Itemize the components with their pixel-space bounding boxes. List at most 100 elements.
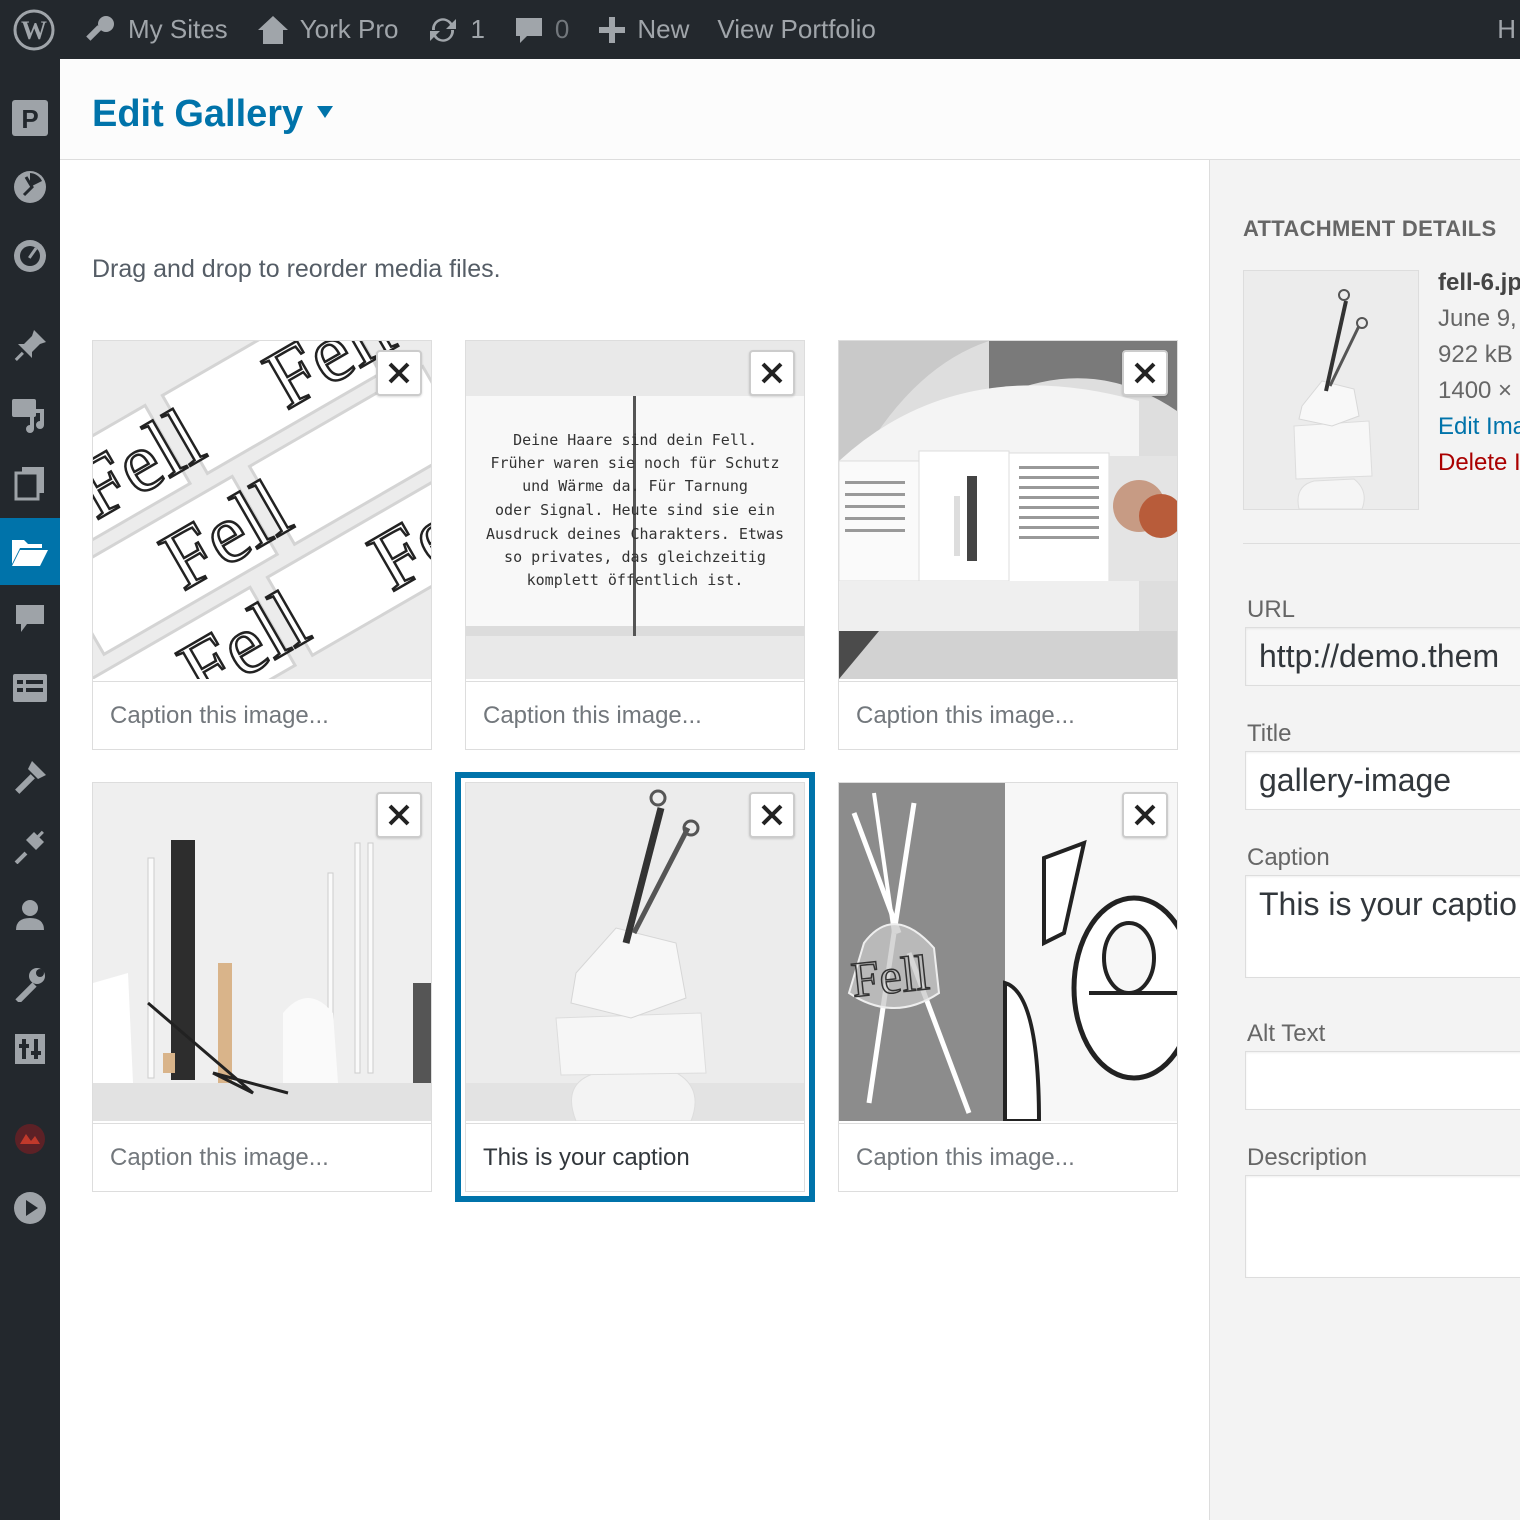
pie-chart-icon[interactable] (0, 157, 60, 217)
appearance-icon[interactable] (0, 747, 60, 807)
description-field[interactable] (1245, 1175, 1520, 1278)
gallery-content: Drag and drop to reorder media files. Fe… (60, 160, 1209, 1520)
delete-permanently-link[interactable]: Delete I (1438, 445, 1520, 481)
site-name-label: York Pro (299, 14, 399, 44)
admin-menu: P (0, 59, 60, 1520)
new-content-menu[interactable]: New (583, 0, 703, 59)
comments-menu[interactable]: 0 (499, 0, 583, 59)
caption-input[interactable]: Caption this image... (839, 681, 1177, 749)
updates-menu[interactable]: 1 (412, 0, 498, 59)
view-portfolio-label: View Portfolio (717, 14, 876, 44)
new-label: New (637, 14, 690, 44)
book-text-line-6: so privates, das gleichzeitig (504, 548, 766, 566)
remove-image-button[interactable] (376, 350, 422, 396)
updates-count: 1 (470, 14, 485, 44)
alt-text-label: Alt Text (1247, 1020, 1326, 1047)
my-sites-menu[interactable]: My Sites (68, 0, 242, 59)
svg-text:P: P (21, 104, 38, 134)
close-icon (388, 804, 410, 826)
remove-image-button[interactable] (749, 350, 795, 396)
book-text-line-1: Deine Haare sind dein Fell. (513, 431, 757, 449)
users-icon[interactable] (0, 885, 60, 945)
close-icon (761, 362, 783, 384)
gallery-item[interactable]: Deine Haare sind dein Fell. Früher waren… (465, 340, 805, 750)
gallery-instructions: Drag and drop to reorder media files. (92, 255, 501, 283)
gallery-item-selected[interactable]: This is your caption (455, 772, 815, 1202)
book-text-line-4: oder Signal. Heute sind sie ein (495, 501, 775, 519)
modal-header: Edit Gallery (60, 59, 1520, 160)
site-name-menu[interactable]: York Pro (242, 0, 413, 59)
attachment-thumbnail (1243, 270, 1419, 510)
comments-icon[interactable] (0, 589, 60, 649)
title-label: Title (1247, 720, 1292, 747)
gallery-item[interactable]: Caption this image... (92, 782, 432, 1192)
attachment-details-sidebar: ATTACHMENT DETAILS fell-6.jp June 9, 922… (1209, 160, 1520, 1520)
attachment-filesize: 922 kB (1438, 341, 1513, 368)
edit-image-link[interactable]: Edit Ima (1438, 409, 1520, 445)
gallery-item[interactable]: Fell Caption this image... (838, 782, 1178, 1192)
caption-field[interactable]: This is your captio (1245, 875, 1520, 978)
book-text-line-5: Ausdruck deines Charakters. Etwas (486, 525, 784, 543)
url-label: URL (1247, 596, 1296, 623)
svg-text:W: W (21, 16, 47, 45)
book-text-line-2: Früher waren sie noch für Schutz (491, 454, 780, 472)
attachment-date: June 9, (1438, 305, 1517, 332)
plugin-badge-icon[interactable] (0, 1109, 60, 1169)
media-modal: Edit Gallery Drag and drop to reorder me… (60, 59, 1520, 1520)
remove-image-button[interactable] (1122, 792, 1168, 838)
plus-icon (599, 16, 626, 43)
media-icon[interactable] (0, 385, 60, 445)
description-label: Description (1247, 1144, 1368, 1171)
gallery-item[interactable]: Caption this image... (838, 340, 1178, 750)
tools-icon[interactable] (0, 954, 60, 1014)
home-icon (257, 15, 288, 44)
view-portfolio-link[interactable]: View Portfolio (703, 0, 890, 59)
pin-icon[interactable] (0, 316, 60, 376)
attachment-details-heading: ATTACHMENT DETAILS (1243, 216, 1497, 241)
close-icon (388, 362, 410, 384)
folder-open-icon[interactable] (0, 518, 60, 585)
gallery-item[interactable]: Fell Fell Fell Fell Fell Caption this im… (92, 340, 432, 750)
close-icon (1134, 362, 1156, 384)
caption-input[interactable]: Caption this image... (93, 681, 431, 749)
wordpress-logo-icon[interactable]: W (0, 0, 68, 59)
remove-image-button[interactable] (1122, 350, 1168, 396)
alt-text-field[interactable] (1245, 1051, 1520, 1110)
url-field[interactable]: http://demo.them (1245, 627, 1520, 686)
sidebar-divider (1243, 543, 1520, 544)
admin-bar: W My Sites York Pro 1 0 New View Portfol… (0, 0, 1520, 59)
modal-title: Edit Gallery (92, 93, 304, 135)
remove-image-button[interactable] (749, 792, 795, 838)
comments-count: 0 (554, 14, 570, 44)
refresh-icon (430, 17, 457, 42)
key-icon (86, 15, 114, 41)
title-field[interactable]: gallery-image (1245, 751, 1520, 810)
caret-down-icon (317, 105, 334, 118)
attachment-dimensions: 1400 × (1438, 377, 1513, 404)
attachment-filename: fell-6.jp (1438, 269, 1520, 296)
caption-input[interactable]: This is your caption (466, 1123, 804, 1191)
dashboard-icon[interactable] (0, 226, 60, 286)
pinterest-square-icon[interactable]: P (0, 88, 60, 148)
close-icon (1134, 804, 1156, 826)
my-sites-label: My Sites (128, 14, 228, 44)
caption-input[interactable]: Caption this image... (466, 681, 804, 749)
my-account-label: H (1497, 14, 1516, 44)
my-account-menu[interactable]: H (1493, 0, 1520, 59)
remove-image-button[interactable] (376, 792, 422, 838)
caption-input[interactable]: Caption this image... (839, 1123, 1177, 1191)
pages-icon[interactable] (0, 453, 60, 513)
plugins-icon[interactable] (0, 816, 60, 876)
caption-input[interactable]: Caption this image... (93, 1123, 431, 1191)
comment-icon (515, 17, 542, 43)
book-text-line-3: und Wärme da. Für Tarnung (522, 477, 748, 495)
attachment-meta: fell-6.jp June 9, 922 kB 1400 × Edit Ima… (1438, 265, 1520, 481)
bag-fell-lettering: Fell (849, 944, 932, 1008)
list-view-icon[interactable] (0, 658, 60, 718)
edit-gallery-menu[interactable]: Edit Gallery (92, 93, 334, 136)
settings-icon[interactable] (0, 1019, 60, 1079)
caption-label: Caption (1247, 844, 1330, 871)
close-icon (761, 804, 783, 826)
book-text-line-7: komplett öffentlich ist. (527, 571, 744, 589)
play-icon[interactable] (0, 1178, 60, 1238)
